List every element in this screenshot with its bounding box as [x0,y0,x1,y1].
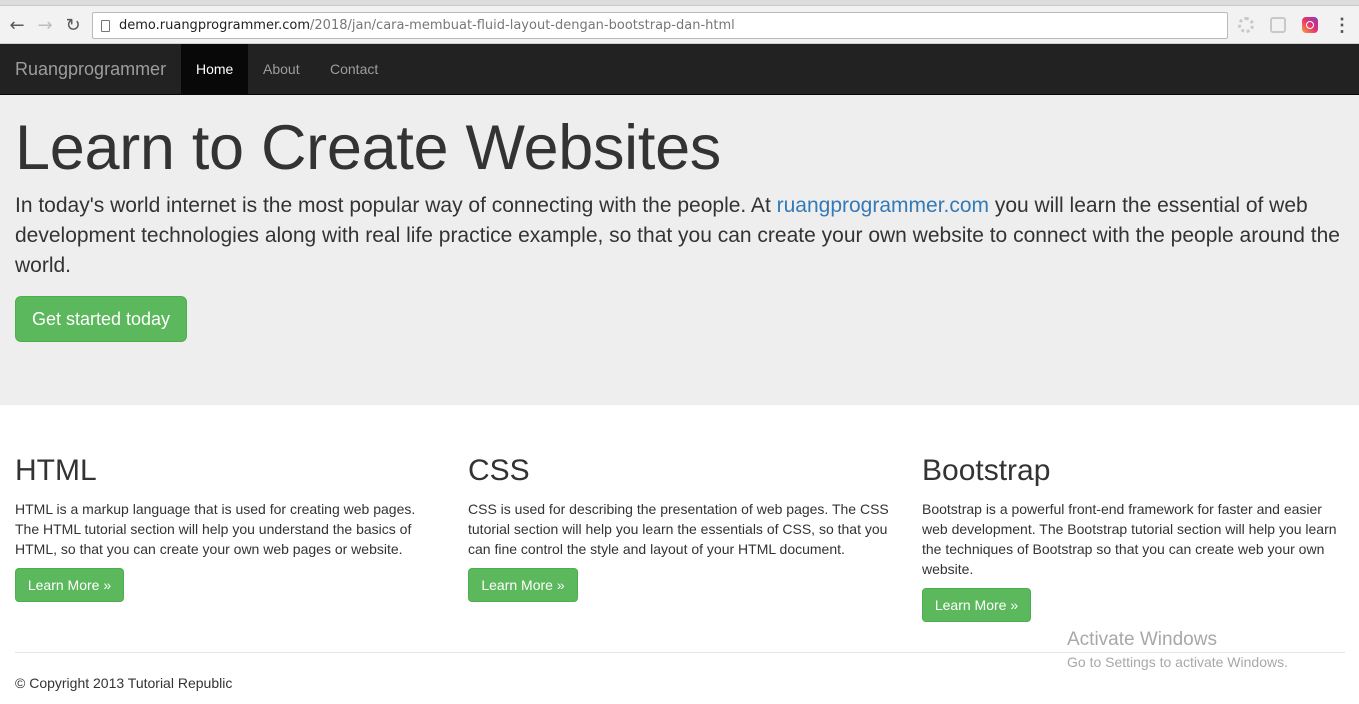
nav-item-home[interactable]: Home [181,44,248,94]
instagram-icon[interactable] [1300,15,1320,35]
nav-item-about[interactable]: About [248,44,315,94]
url-path: /2018/jan/cara-membuat-fluid-layout-deng… [310,18,735,33]
nav-item-contact[interactable]: Contact [315,44,393,94]
page-icon [101,19,110,32]
address-bar[interactable]: demo.ruangprogrammer.com/2018/jan/cara-m… [92,12,1228,39]
column-text: CSS is used for describing the presentat… [468,501,889,557]
extension-gear-icon[interactable] [1236,15,1256,35]
footer-copyright: © Copyright 2013 Tutorial Republic [15,675,233,691]
browser-toolbar: ← → ↻ demo.ruangprogrammer.com/2018/jan/… [0,6,1359,44]
get-started-button[interactable]: Get started today [15,296,187,342]
column-title: HTML [15,454,97,487]
column-title: CSS [468,454,530,487]
bootstrap-learn-more-button[interactable]: Learn More » [922,588,1031,622]
css-column: CSS CSS is used for describing the prese… [468,455,898,559]
css-learn-more-button[interactable]: Learn More » [468,568,578,602]
activate-windows-watermark: Activate Windows Go to Settings to activ… [1067,628,1288,672]
jumbotron: Learn to Create Websites In today's worl… [0,95,1359,405]
navbar-brand[interactable]: Ruangprogrammer [15,59,166,80]
column-title: Bootstrap [922,454,1051,487]
html-column: HTML HTML is a markup language that is u… [15,455,425,559]
html-learn-more-button[interactable]: Learn More » [15,568,124,602]
site-navbar: Ruangprogrammer Home About Contact [0,44,1359,95]
extension-frame-icon[interactable] [1268,15,1288,35]
watermark-subtitle: Go to Settings to activate Windows. [1067,654,1288,670]
lead-text-start: In today's world internet is the most po… [15,194,777,217]
watermark-title: Activate Windows [1067,629,1217,650]
jumbotron-title: Learn to Create Websites [15,113,722,183]
forward-icon[interactable]: → [33,13,57,37]
browser-menu-icon[interactable]: ⋮ [1332,15,1352,35]
jumbotron-lead: In today's world internet is the most po… [15,191,1350,281]
url-host: demo.ruangprogrammer.com [119,18,311,33]
ruangprogrammer-link[interactable]: ruangprogrammer.com [777,194,989,217]
reload-icon[interactable]: ↻ [61,13,85,37]
bootstrap-column: Bootstrap Bootstrap is a powerful front-… [922,455,1347,579]
column-text: Bootstrap is a powerful front-end framew… [922,501,1337,577]
column-text: HTML is a markup language that is used f… [15,501,416,557]
back-icon[interactable]: ← [5,13,29,37]
